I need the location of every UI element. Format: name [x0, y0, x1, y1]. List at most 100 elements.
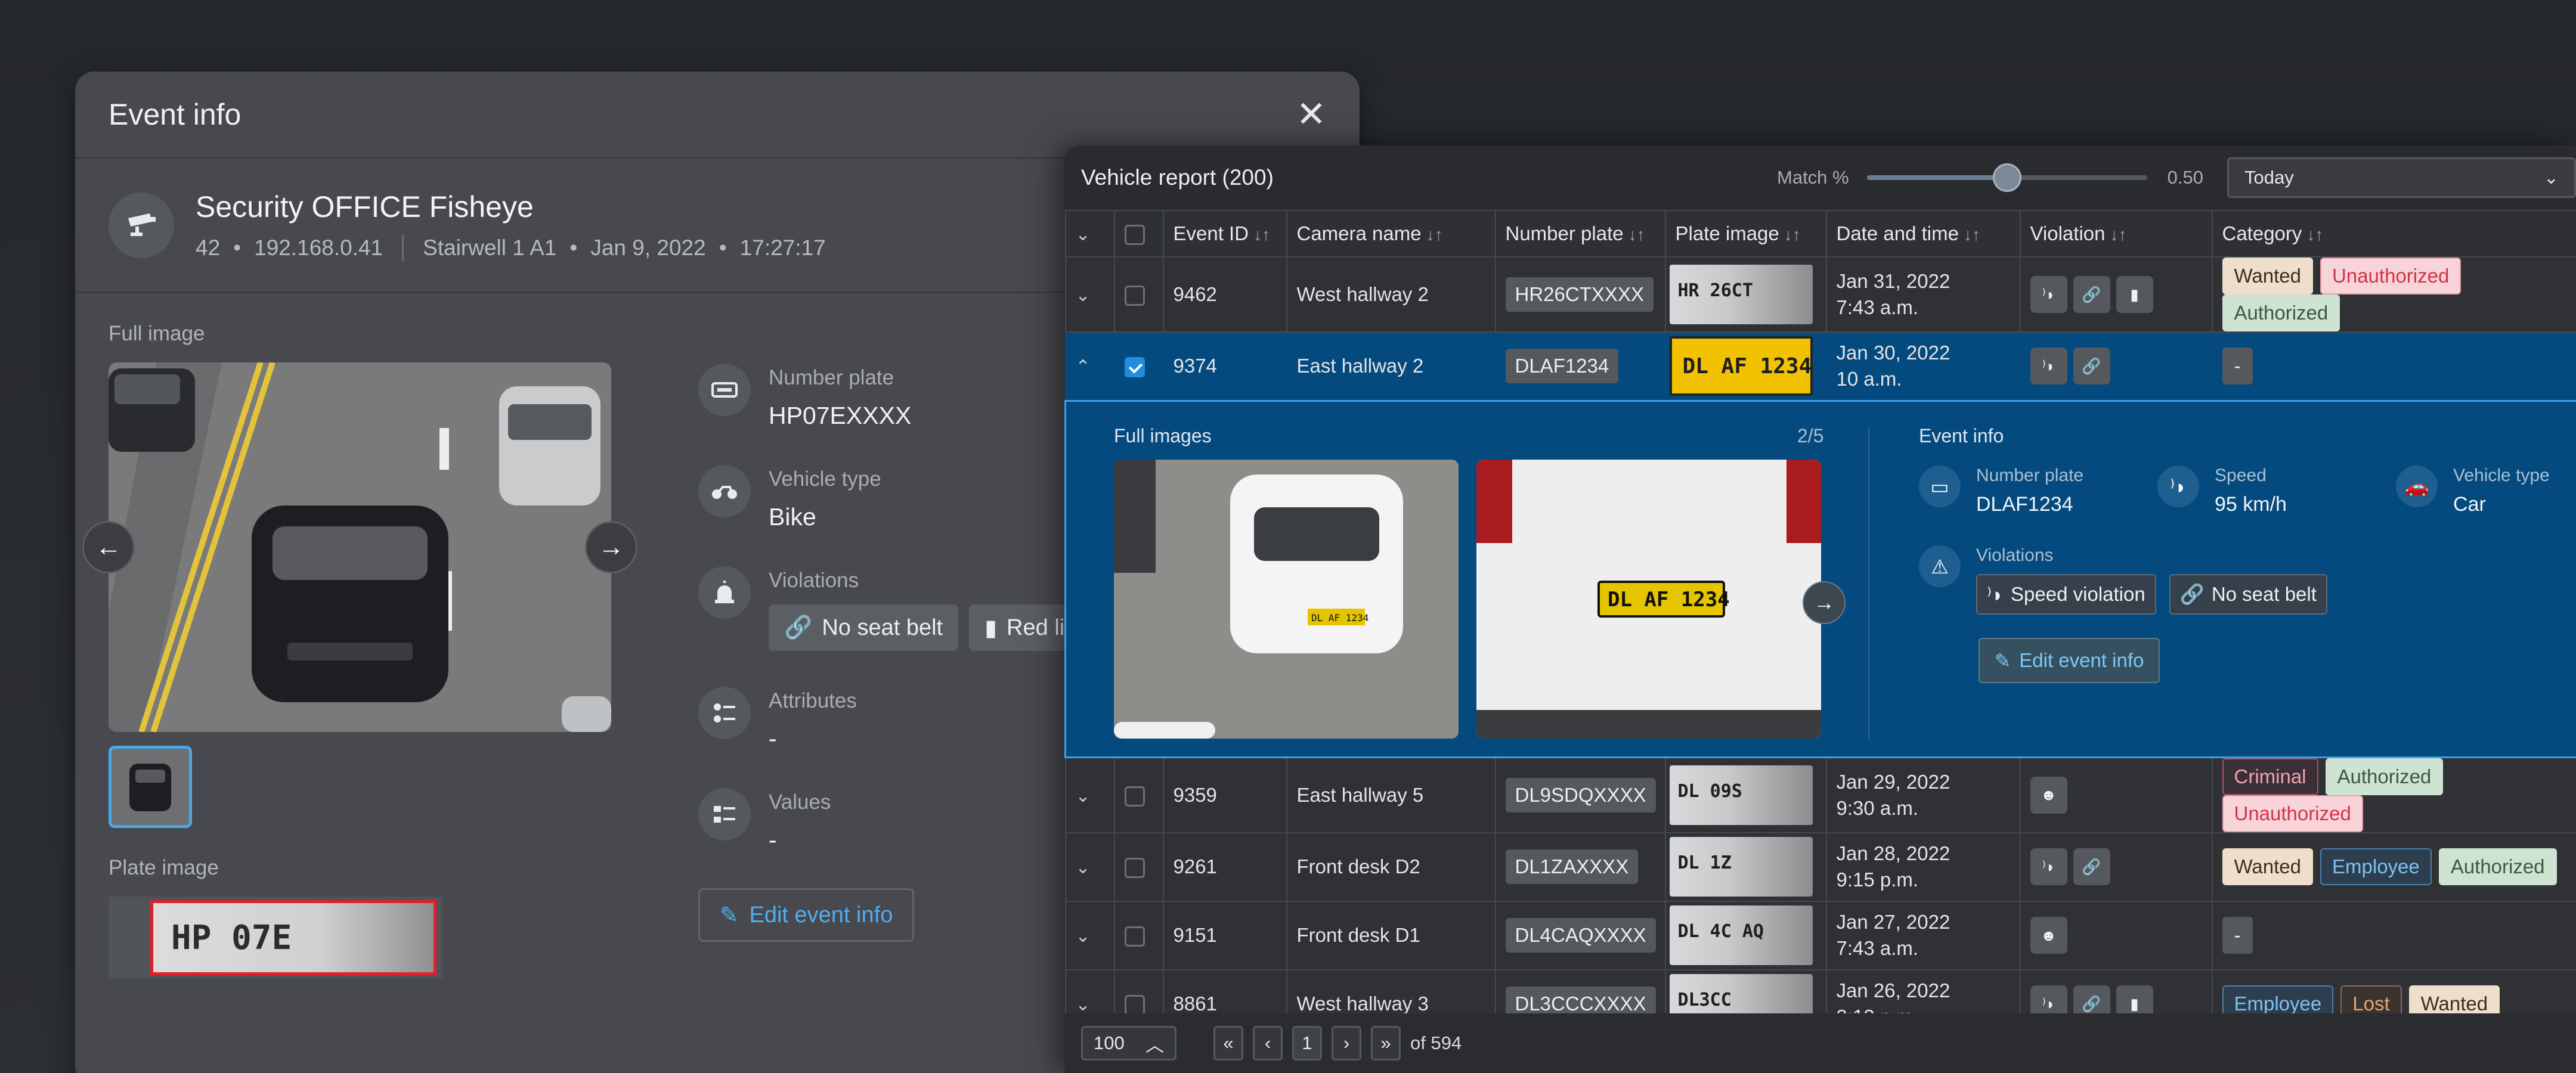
plate-chip: HR26CTXXXX [1505, 277, 1654, 312]
table-row[interactable]: ⌄ 9359 East hallway 5 DL9SDQXXXX DL 09S … [1064, 756, 2576, 833]
row-select[interactable] [1113, 832, 1164, 902]
select-all[interactable] [1113, 210, 1164, 258]
plate-thumbnail[interactable]: DL 4C AQ [1669, 905, 1813, 965]
checkbox[interactable] [1124, 858, 1145, 879]
sort-icon[interactable]: ↓↑ [1426, 225, 1443, 244]
next-image-button[interactable]: → [585, 521, 637, 573]
expanded-row: Full images 2/5 DL AF 1234 DL AF 1234 → … [1064, 399, 2576, 758]
license-plate-icon: ▭ [1919, 466, 1961, 507]
chevron-up-icon: ⌃ [1075, 357, 1091, 377]
number-plate-cell: DLAF1234 [1494, 331, 1666, 401]
event-time: 9:15 p.m. [1836, 869, 1919, 891]
camera-name: Front desk D1 [1286, 900, 1496, 970]
expand-toggle[interactable]: ⌄ [1064, 900, 1115, 970]
expand-toggle[interactable]: ⌃ [1064, 331, 1115, 401]
page-number[interactable]: 1 [1292, 1026, 1322, 1060]
speed-icon: ⁾◗ [2030, 348, 2067, 385]
double-chevron-right-icon: » [1380, 1032, 1391, 1053]
expand-toggle[interactable]: ⌄ [1064, 832, 1115, 902]
expand-all[interactable]: ⌄ [1064, 210, 1115, 258]
double-chevron-left-icon: « [1223, 1032, 1234, 1053]
table-row[interactable]: ⌄ 9462 West hallway 2 HR26CTXXXX HR 26CT… [1064, 256, 2576, 333]
divider [1868, 426, 1869, 739]
list-check-icon [698, 788, 751, 841]
slider-knob[interactable] [1992, 163, 2021, 192]
field-label: Values [769, 790, 831, 814]
first-page-button[interactable]: « [1213, 1026, 1243, 1060]
event-date: Jan 27, 2022 [1836, 911, 1950, 933]
expand-toggle[interactable]: ⌄ [1064, 256, 1115, 333]
next-page-button[interactable]: › [1332, 1026, 1361, 1060]
col-plate-image[interactable]: Plate image ↓↑ [1664, 210, 1827, 258]
checkbox[interactable] [1124, 357, 1145, 378]
checkbox[interactable] [1124, 786, 1145, 807]
arrow-right-icon: → [598, 532, 624, 562]
number-plate-cell: DL4CAQXXXX [1494, 900, 1666, 970]
checkbox[interactable] [1124, 995, 1145, 1016]
col-label: Plate image [1675, 222, 1779, 244]
full-image-1[interactable]: DL AF 1234 [1114, 460, 1459, 739]
violation-label: Speed violation [2011, 583, 2145, 605]
edit-event-button[interactable]: ✎ Edit event info [698, 888, 914, 942]
match-value: 0.50 [2167, 167, 2203, 188]
table-row[interactable]: ⌄ 9151 Front desk D1 DL4CAQXXXX DL 4C AQ… [1064, 900, 2576, 970]
match-filter: Match % 0.50 [1777, 145, 2203, 210]
field-value: HP07EXXXX [769, 402, 912, 429]
sort-icon[interactable]: ↓↑ [1253, 225, 1270, 244]
checkbox[interactable] [1124, 225, 1145, 246]
col-label: Camera name [1296, 222, 1422, 244]
plate-chip: DL4CAQXXXX [1505, 918, 1656, 953]
row-select[interactable] [1113, 756, 1164, 833]
row-select[interactable] [1113, 900, 1164, 970]
number-plate-cell: HR26CTXXXX [1494, 256, 1666, 333]
prev-page-button[interactable]: ‹ [1253, 1026, 1283, 1060]
last-page-button[interactable]: » [1371, 1026, 1401, 1060]
plate-thumbnail[interactable]: DL 09S [1669, 765, 1813, 825]
expand-toggle[interactable]: ⌄ [1064, 756, 1115, 833]
edit-label: Edit event info [749, 902, 893, 928]
category-tag: Employee [2320, 848, 2432, 885]
table-row[interactable]: ⌄ 9261 Front desk D2 DL1ZAXXXX DL 1Z Jan… [1064, 832, 2576, 902]
col-number-plate[interactable]: Number plate ↓↑ [1494, 210, 1666, 258]
page-size-select[interactable]: 100 ︿ [1081, 1026, 1176, 1060]
sort-icon[interactable]: ↓↑ [2110, 225, 2127, 244]
row-select[interactable] [1113, 256, 1164, 333]
col-date-time[interactable]: Date and time ↓↑ [1825, 210, 2021, 258]
checkbox[interactable] [1124, 926, 1145, 947]
sort-icon[interactable]: ↓↑ [1964, 225, 1980, 244]
event-time: 7:43 a.m. [1836, 296, 1919, 318]
violation-label: No seat belt [822, 615, 943, 640]
col-camera-name[interactable]: Camera name ↓↑ [1286, 210, 1496, 258]
prev-image-button[interactable]: ← [82, 521, 135, 573]
event-time: 9:30 a.m. [1836, 796, 1919, 819]
chevron-left-icon: ‹ [1264, 1032, 1271, 1053]
col-violation[interactable]: Violation ↓↑ [2019, 210, 2213, 258]
match-slider[interactable] [1866, 163, 2147, 192]
next-image-button[interactable]: → [1803, 581, 1846, 624]
col-category[interactable]: Category ↓↑ [2211, 210, 2576, 258]
col-label: Category [2222, 222, 2302, 244]
date-range-select[interactable]: Today ⌄ [2227, 157, 2576, 198]
field-label: Number plate [1976, 466, 2084, 485]
col-event-id[interactable]: Event ID ↓↑ [1162, 210, 1287, 258]
date-time: Jan 30, 2022 10 a.m. [1825, 331, 2021, 401]
dot: • [719, 235, 727, 260]
edit-event-button[interactable]: ✎ Edit event info [1979, 638, 2160, 683]
sort-icon[interactable]: ↓↑ [1784, 225, 1801, 244]
checkbox[interactable] [1124, 286, 1145, 306]
camera-name: East hallway 5 [1286, 756, 1496, 833]
plate-thumbnail[interactable]: DL AF 1234 [1669, 336, 1813, 396]
sort-icon[interactable]: ↓↑ [1628, 225, 1645, 244]
seatbelt-icon: 🔗 [2179, 582, 2205, 605]
plate-thumbnail[interactable]: DL 1Z [1669, 837, 1813, 897]
table-row[interactable]: ⌃ 9374 East hallway 2 DLAF1234 DL AF 123… [1064, 331, 2576, 401]
close-icon[interactable]: ✕ [1296, 96, 1326, 132]
row-select[interactable] [1113, 331, 1164, 401]
full-image-2[interactable]: DL AF 1234 [1476, 460, 1821, 739]
sort-icon[interactable]: ↓↑ [2306, 225, 2323, 244]
date-time: Jan 28, 2022 9:15 p.m. [1825, 832, 2021, 902]
image-thumbnail[interactable] [109, 746, 192, 828]
category-cell: - [2211, 900, 2576, 970]
field-label: Speed [2215, 466, 2267, 485]
plate-thumbnail[interactable]: HR 26CT [1669, 265, 1813, 324]
